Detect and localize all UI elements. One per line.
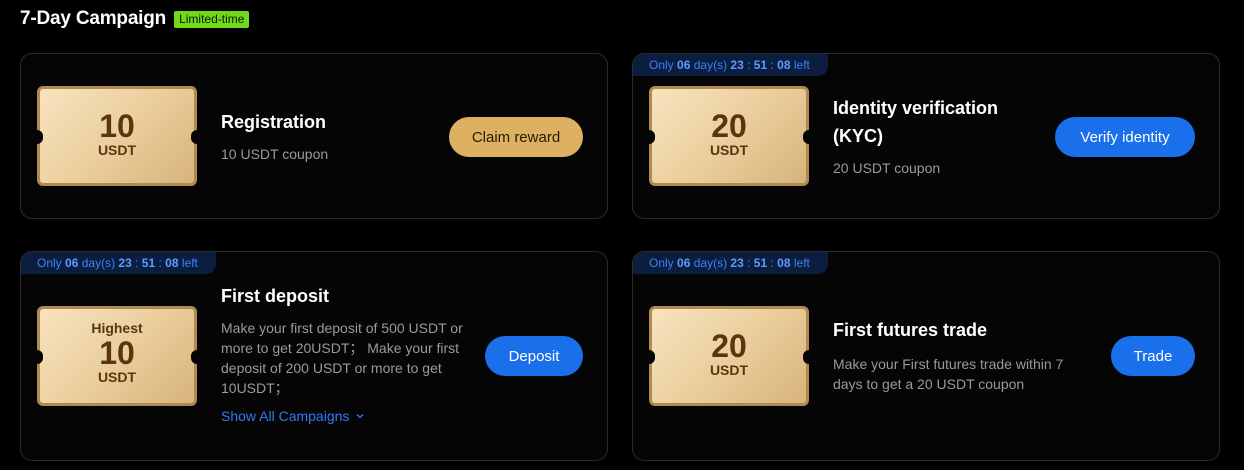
ticket-amount: 20 <box>711 108 747 144</box>
deposit-button[interactable]: Deposit <box>485 336 583 376</box>
ticket-unit: USDT <box>97 369 137 385</box>
card-description: 10 USDT coupon <box>221 146 329 162</box>
campaign-card-registration: 10 USDT Registration 10 USDT coupon Clai… <box>20 53 608 219</box>
campaign-card-futures-trade: Only 06 day(s) 23 : 51 : 08 left 20 USDT… <box>632 251 1220 461</box>
verify-identity-button[interactable]: Verify identity <box>1055 117 1195 157</box>
coupon-ticket: 20 USDT <box>643 306 815 406</box>
countdown-timer: Only 06 day(s) 23 : 51 : 08 left <box>21 252 216 274</box>
card-title: First futures trade <box>833 320 988 340</box>
campaign-card-first-deposit: Only 06 day(s) 23 : 51 : 08 left Highest… <box>20 251 608 461</box>
card-title: First deposit <box>221 286 330 306</box>
ticket-amount: 10 <box>99 108 135 144</box>
countdown-timer: Only 06 day(s) 23 : 51 : 08 left <box>633 252 828 274</box>
coupon-ticket: 20 USDT <box>643 86 815 186</box>
coupon-ticket: Highest 10 USDT <box>31 306 203 406</box>
campaign-card-kyc: Only 06 day(s) 23 : 51 : 08 left 20 USDT… <box>632 53 1220 219</box>
ticket-amount: 20 <box>711 328 747 364</box>
ticket-unit: USDT <box>709 142 749 158</box>
card-description: 20 USDT coupon <box>833 160 941 176</box>
coupon-ticket: 10 USDT <box>31 86 203 186</box>
ticket-highest-label: Highest <box>91 320 143 336</box>
card-description: Make your first deposit of 500 USDT or m… <box>221 320 463 396</box>
ticket-unit: USDT <box>709 362 749 378</box>
trade-button[interactable]: Trade <box>1111 336 1195 376</box>
ticket-unit: USDT <box>97 142 137 158</box>
card-title: Identity verification (KYC) <box>833 98 999 146</box>
card-title: Registration <box>221 112 327 132</box>
show-all-campaigns-link[interactable]: Show All Campaigns <box>221 408 365 424</box>
claim-reward-button[interactable]: Claim reward <box>449 117 583 157</box>
countdown-timer: Only 06 day(s) 23 : 51 : 08 left <box>633 54 828 76</box>
limited-time-badge: Limited-time <box>174 10 250 28</box>
chevron-down-icon <box>356 414 364 419</box>
page-title: 7-Day Campaign <box>20 8 167 29</box>
campaign-header: 7-Day Campaign Limited-time <box>20 8 250 30</box>
card-description: Make your First futures trade within 7 d… <box>833 356 1064 392</box>
ticket-amount: 10 <box>99 335 135 371</box>
